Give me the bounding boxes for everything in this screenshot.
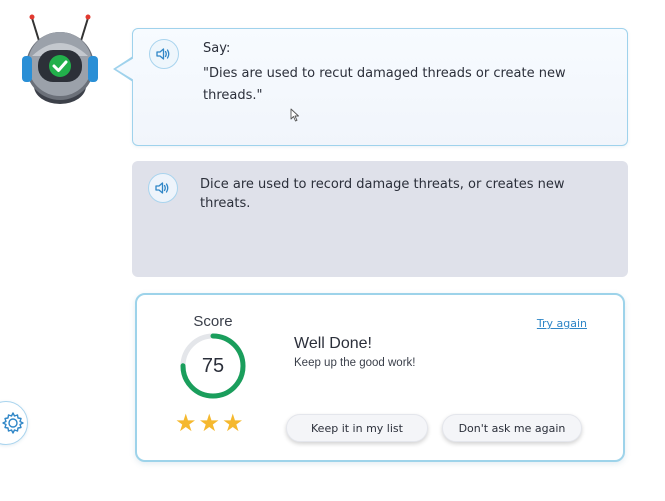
result-title: Well Done! (294, 335, 372, 352)
score-label: Score (193, 313, 233, 330)
answer-text: Dice are used to record damage threats, … (200, 177, 565, 211)
mouse-cursor-icon (290, 108, 299, 122)
star-icon: ★ (175, 409, 197, 437)
answer-audio-button[interactable] (148, 173, 178, 203)
keep-in-list-button[interactable]: Keep it in my list (286, 414, 428, 442)
prompt-audio-button[interactable] (149, 39, 179, 69)
speaker-icon (156, 48, 170, 60)
say-label: Say: (203, 41, 231, 56)
star-icon: ★ (222, 409, 244, 437)
robot-icon (22, 14, 98, 104)
answer-card: Dice are used to record damage threats, … (132, 161, 628, 277)
star-icon: ★ (198, 409, 221, 437)
star-rating: ★ ★ ★ (175, 411, 244, 435)
speaker-icon (155, 182, 169, 194)
score-value: 75 (201, 354, 225, 377)
prompt-bubble-tail-fill (116, 58, 134, 80)
prompt-bubble: Say: "Dies are used to recut damaged thr… (132, 28, 628, 146)
dont-ask-again-button[interactable]: Don't ask me again (442, 414, 582, 442)
settings-button[interactable] (0, 401, 28, 445)
score-card: Score 75 ★ ★ ★ Well Done! Keep up the good… (135, 293, 625, 462)
try-again-link[interactable]: Try again (537, 317, 587, 330)
robot-avatar (10, 8, 110, 108)
result-subtitle: Keep up the good work! (294, 357, 416, 369)
gear-icon (2, 412, 24, 434)
say-text: "Dies are used to recut damaged threads … (203, 66, 566, 103)
